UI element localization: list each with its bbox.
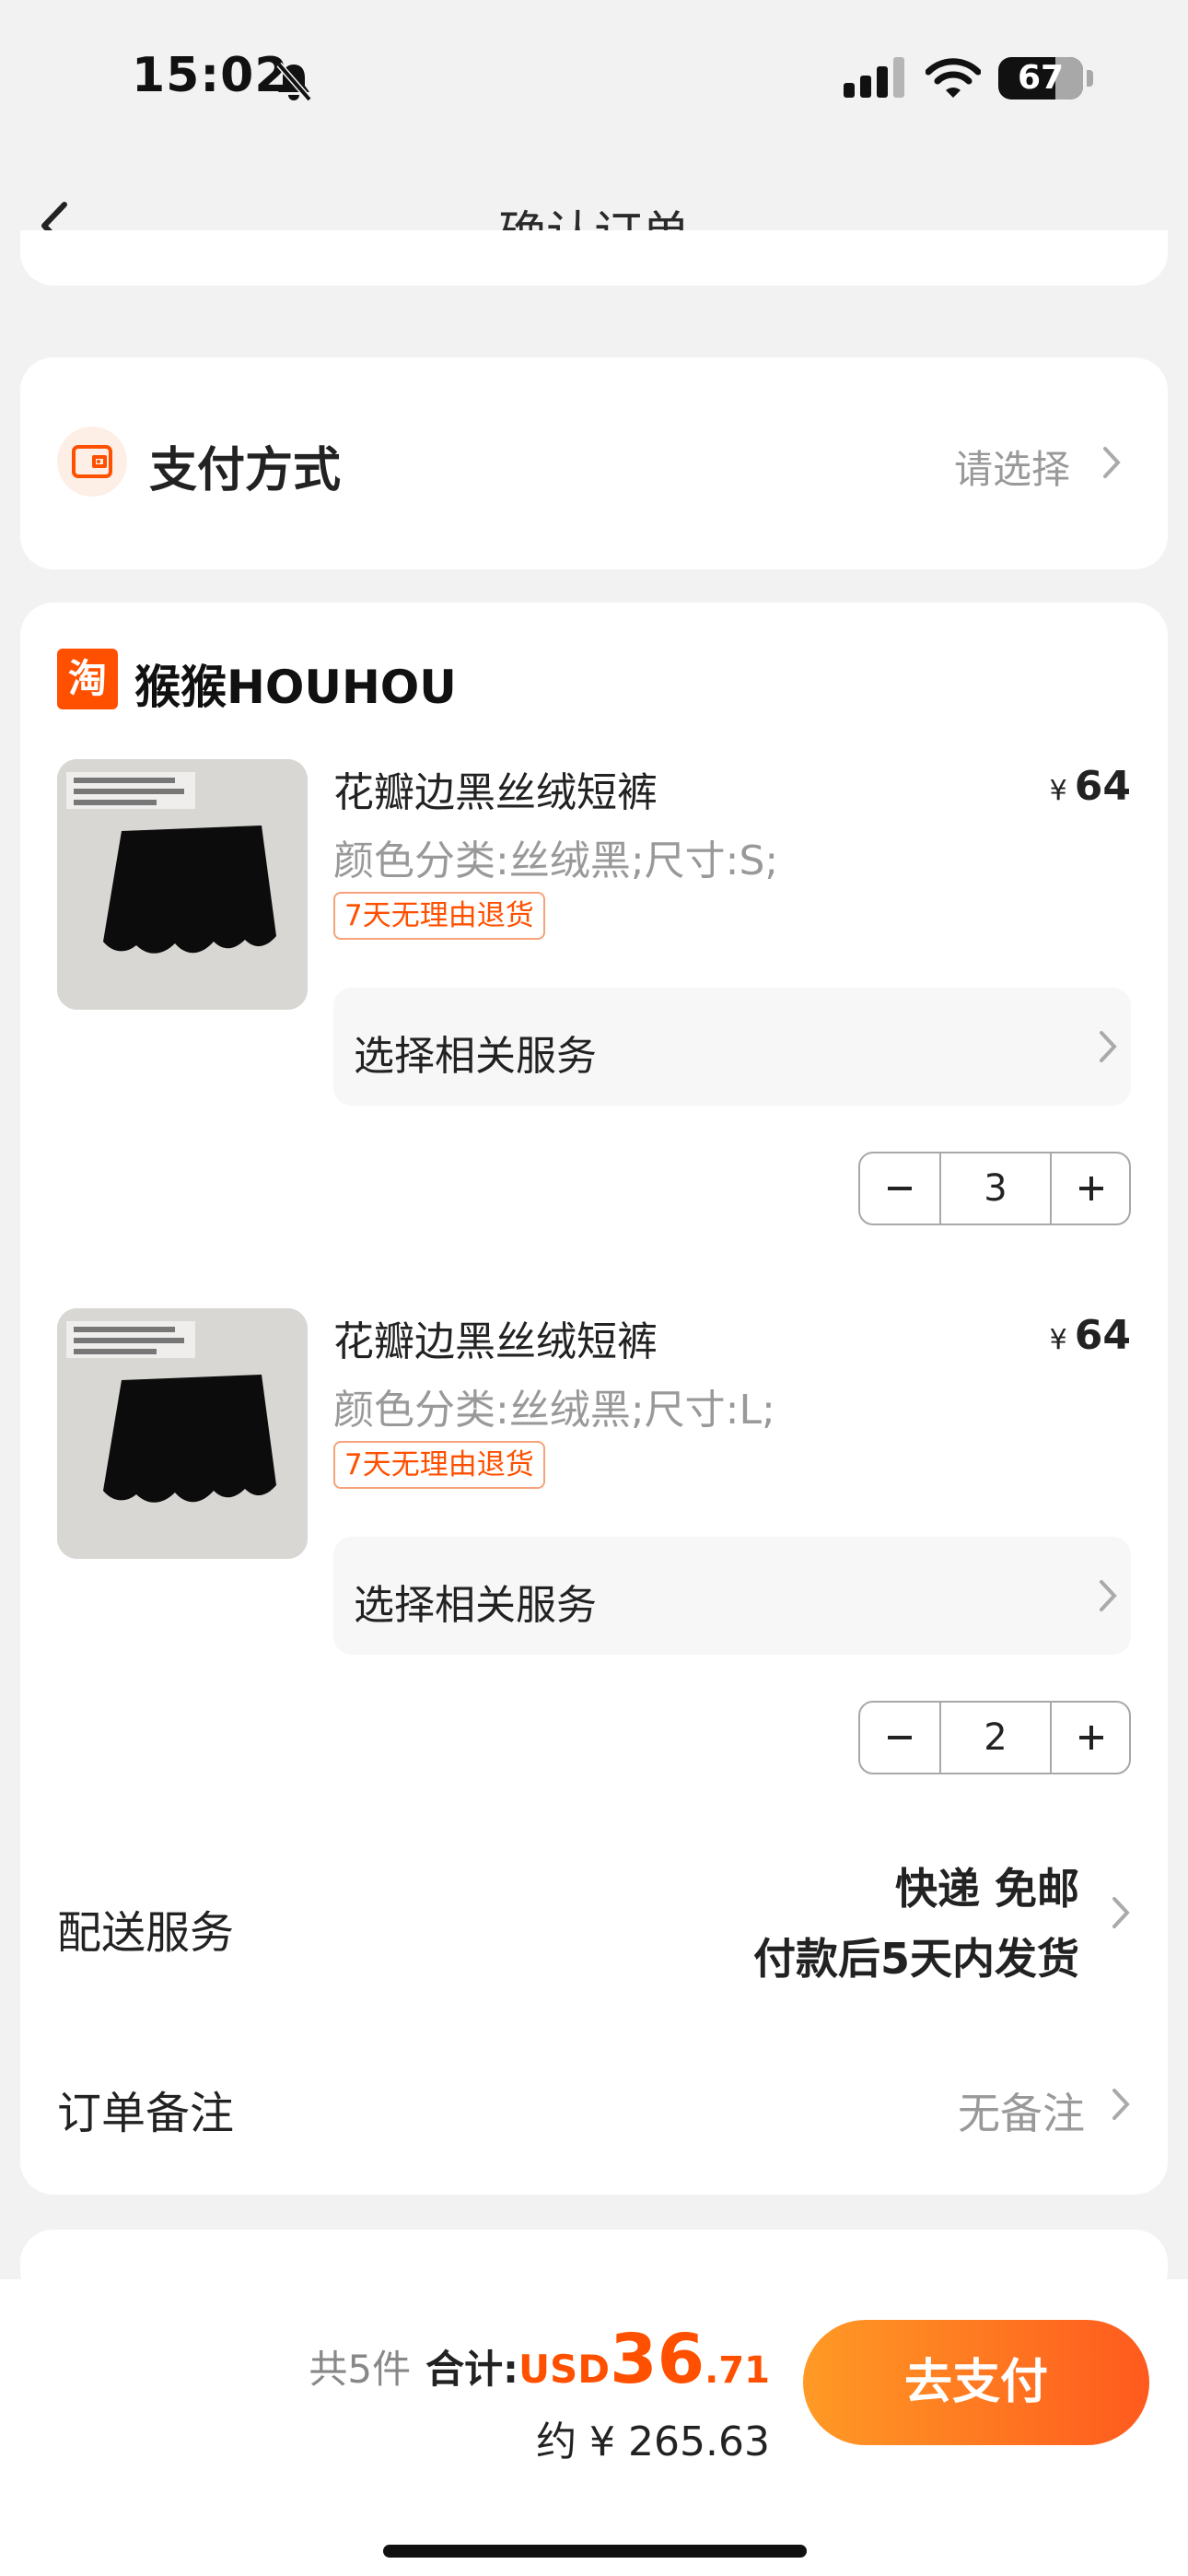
increase-quantity-button[interactable] (1052, 1703, 1131, 1773)
battery-icon: 67 (998, 57, 1083, 100)
product-title[interactable]: 花瓣边黑丝绒短裤 (333, 759, 658, 818)
select-service-label: 选择相关服务 (354, 1582, 597, 1629)
payment-method-label: 支付方式 (149, 443, 342, 498)
chevron-right-icon (1101, 446, 1122, 483)
return-policy-badge: 7天无理由退货 (333, 892, 545, 940)
product-sku: 颜色分类:丝绒黑;尺寸:L; (333, 1387, 775, 1434)
total-label: 合计: (425, 2347, 518, 2392)
bell-muted-icon (274, 61, 313, 107)
status-time: 15:02 (132, 48, 289, 103)
total-amount-integer: 36 (610, 2320, 705, 2399)
price-currency: ¥ (1049, 1324, 1067, 1356)
chevron-right-icon (1098, 1579, 1118, 1616)
checkout-bar: 共5件 合计:USD36.71 约 ¥ 265.63 去支付 (0, 2279, 1188, 2576)
wallet-icon (57, 427, 127, 497)
quantity-value[interactable]: 2 (939, 1703, 1052, 1773)
order-note-label: 订单备注 (57, 2088, 235, 2139)
price-value: 64 (1074, 1312, 1131, 1359)
select-service-button[interactable]: 选择相关服务 (333, 988, 1131, 1106)
home-indicator[interactable] (383, 2545, 807, 2558)
shipping-eta: 付款后5天内发货 (752, 1934, 1079, 1984)
chevron-right-icon[interactable] (1111, 2088, 1131, 2125)
product-title[interactable]: 花瓣边黑丝绒短裤 (333, 1308, 658, 1367)
chevron-right-icon[interactable] (1111, 1896, 1131, 1933)
decrease-quantity-button[interactable] (860, 1153, 939, 1224)
total-amount-decimal: .71 (705, 2349, 770, 2392)
price-currency: ¥ (1049, 775, 1067, 807)
payment-method-value[interactable]: 请选择 (954, 439, 1070, 495)
total-currency: USD (518, 2347, 611, 2392)
product-price: ¥64 (1050, 1312, 1131, 1359)
quantity-value[interactable]: 3 (939, 1153, 1052, 1224)
select-service-label: 选择相关服务 (354, 1033, 597, 1080)
pay-button[interactable]: 去支付 (803, 2320, 1149, 2445)
product-price: ¥64 (1050, 763, 1131, 810)
chevron-right-icon (1098, 1030, 1118, 1067)
price-value: 64 (1074, 763, 1131, 810)
select-service-button[interactable]: 选择相关服务 (333, 1537, 1131, 1655)
address-card-edge (20, 230, 1168, 286)
taobao-logo-icon: 淘 (57, 649, 118, 709)
quantity-stepper: 2 (858, 1701, 1131, 1774)
order-note-value[interactable]: 无备注 (958, 2080, 1085, 2141)
product-thumbnail[interactable] (57, 759, 308, 1010)
shop-name[interactable]: 猴猴HOUHOU (134, 650, 457, 717)
approx-cny-total: 约 ¥ 265.63 (536, 2418, 770, 2465)
cellular-signal-icon (842, 57, 906, 101)
return-policy-badge: 7天无理由退货 (333, 1441, 545, 1489)
shop-order-card: 淘 猴猴HOUHOU 花瓣边黑丝绒短裤 ¥64 颜色分类:丝绒黑;尺寸:S; 7… (20, 603, 1168, 2195)
battery-tip (1087, 70, 1093, 87)
battery-level: 67 (1017, 59, 1065, 97)
shipping-method: 快递 免邮 (894, 1864, 1079, 1914)
order-item: 花瓣边黑丝绒短裤 ¥64 颜色分类:丝绒黑;尺寸:S; 7天无理由退货 选择相关… (20, 759, 1168, 1238)
item-count: 共5件 (309, 2347, 412, 2392)
quantity-stepper: 3 (858, 1152, 1131, 1225)
increase-quantity-button[interactable] (1052, 1153, 1131, 1224)
payment-method-row[interactable]: 支付方式 请选择 (20, 357, 1168, 569)
status-bar: 15:02 67 (0, 0, 1188, 138)
order-total: 共5件 合计:USD36.71 (309, 2320, 770, 2399)
product-sku: 颜色分类:丝绒黑;尺寸:S; (333, 837, 779, 884)
decrease-quantity-button[interactable] (860, 1703, 939, 1773)
shipping-label: 配送服务 (57, 1907, 235, 1959)
order-item: 花瓣边黑丝绒短裤 ¥64 颜色分类:丝绒黑;尺寸:L; 7天无理由退货 选择相关… (20, 1308, 1168, 1787)
product-thumbnail[interactable] (57, 1308, 308, 1559)
wifi-icon (925, 57, 982, 103)
